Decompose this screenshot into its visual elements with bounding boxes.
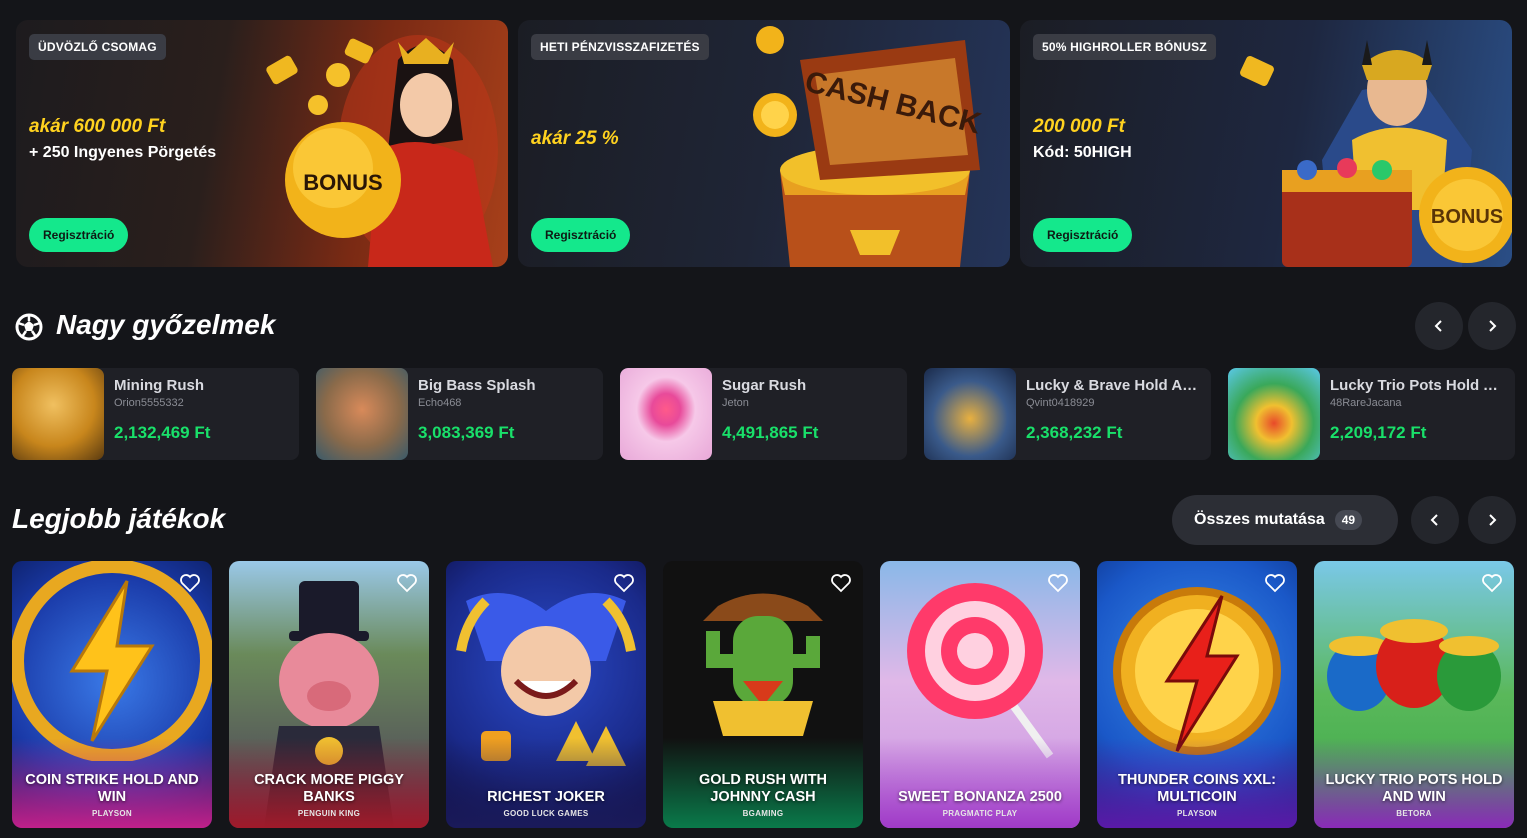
top-games-title: Legjobb játékok: [12, 503, 226, 534]
highroller-art: BONUS: [1240, 40, 1512, 267]
game-title: RICHEST JOKER: [487, 789, 605, 805]
game-title: SWEET BONANZA 2500: [898, 789, 1062, 805]
win-game-name: Lucky & Brave Hold And Win: [1026, 377, 1202, 394]
banner-subtitle: + 250 Ingyenes Pörgetés: [29, 144, 217, 161]
game-thumbnail: [12, 368, 104, 460]
big-wins-title: Nagy győzelmek: [56, 309, 276, 340]
game-card-gold-rush-johnny-cash[interactable]: GOLD RUSH WITH JOHNNY CASH BGAMING: [663, 561, 863, 828]
win-user: 48RareJacana: [1330, 397, 1402, 409]
favorite-heart-icon[interactable]: [178, 571, 202, 595]
promo-banners: BONUS ÜDVÖZLŐ CSOMAG akár 600 000 Ft + 2…: [16, 20, 1512, 267]
banner-tag: 50% HIGHROLLER BÓNUSZ: [1033, 34, 1216, 60]
win-amount: 4,491,865 Ft: [722, 423, 819, 442]
game-thumbnail: [620, 368, 712, 460]
win-amount: 2,368,232 Ft: [1026, 423, 1123, 442]
game-card-coin-strike[interactable]: COIN STRIKE HOLD AND WIN PLAYSON: [12, 561, 212, 828]
win-game-name: Lucky Trio Pots Hold And Win: [1330, 377, 1506, 394]
favorite-heart-icon[interactable]: [612, 571, 636, 595]
game-thumbnail: [1228, 368, 1320, 460]
win-amount: 2,209,172 Ft: [1330, 423, 1427, 442]
win-amount: 3,083,369 Ft: [418, 423, 515, 442]
top-games-next-button[interactable]: [1468, 496, 1516, 544]
favorite-heart-icon[interactable]: [1480, 571, 1504, 595]
game-title: LUCKY TRIO POTS HOLD AND WIN: [1325, 772, 1503, 805]
win-game-name: Mining Rush: [114, 377, 204, 394]
banner-title: akár 600 000 Ft: [29, 116, 166, 137]
register-button[interactable]: Regisztráció: [29, 218, 129, 252]
win-amount: 2,132,469 Ft: [114, 423, 211, 442]
favorite-heart-icon[interactable]: [395, 571, 419, 595]
banner-tag: HETI PÉNZVISSZAFIZETÉS: [531, 34, 709, 60]
promo-banner-highroller[interactable]: BONUS 50% HIGHROLLER BÓNUSZ 200 000 Ft K…: [1020, 20, 1512, 267]
game-provider: PENGUIN KING: [297, 809, 361, 818]
highroller-art-text: BONUS: [1431, 206, 1503, 228]
banner-tag: ÜDVÖZLŐ CSOMAG: [29, 34, 166, 60]
game-provider: PRAGMATIC PLAY: [942, 809, 1018, 818]
game-title: CRACK MORE PIGGY BANKS: [254, 772, 404, 805]
game-provider: GOOD LUCK GAMES: [503, 809, 589, 818]
chevron-left-icon: [1430, 514, 1438, 526]
win-user: Orion5555332: [114, 397, 184, 409]
game-card-sweet-bonanza-2500[interactable]: SWEET BONANZA 2500 PRAGMATIC PLAY: [880, 561, 1080, 828]
game-provider: PLAYSON: [91, 809, 133, 818]
big-wins-next-button[interactable]: [1468, 302, 1516, 350]
soccer-ball-icon: [15, 313, 43, 341]
banner-title: akár 25 %: [531, 128, 619, 149]
promo-banner-welcome[interactable]: BONUS ÜDVÖZLŐ CSOMAG akár 600 000 Ft + 2…: [16, 20, 508, 267]
game-provider: BGAMING: [742, 809, 784, 818]
game-thumbnail: [924, 368, 1016, 460]
win-card[interactable]: Sugar Rush Jeton 4,491,865 Ft: [620, 368, 907, 460]
chevron-left-icon: [1434, 320, 1442, 332]
win-card[interactable]: Mining Rush Orion5555332 2,132,469 Ft: [12, 368, 299, 460]
win-user: Qvint0418929: [1026, 397, 1095, 409]
favorite-heart-icon[interactable]: [829, 571, 853, 595]
game-card-crack-more-piggy-banks[interactable]: CRACK MORE PIGGY BANKS PENGUIN KING: [229, 561, 429, 828]
game-thumbnail: [316, 368, 408, 460]
register-button[interactable]: Regisztráció: [531, 218, 631, 252]
game-title: THUNDER COINS XXL: MULTICOIN: [1118, 772, 1276, 805]
win-card[interactable]: Lucky & Brave Hold And Win Qvint0418929 …: [924, 368, 1211, 460]
game-card-thunder-coins-xxl[interactable]: THUNDER COINS XXL: MULTICOIN PLAYSON: [1097, 561, 1297, 828]
register-button[interactable]: Regisztráció: [1033, 218, 1133, 252]
top-games-prev-button[interactable]: [1411, 496, 1459, 544]
win-user: Jeton: [722, 397, 749, 409]
game-card-lucky-trio-pots[interactable]: LUCKY TRIO POTS HOLD AND WIN BETORA: [1314, 561, 1514, 828]
favorite-heart-icon[interactable]: [1046, 571, 1070, 595]
game-card-richest-joker[interactable]: RICHEST JOKER GOOD LUCK GAMES: [446, 561, 646, 828]
show-all-label: Összes mutatása: [1194, 511, 1325, 528]
favorite-heart-icon[interactable]: [1263, 571, 1287, 595]
big-wins-prev-button[interactable]: [1415, 302, 1463, 350]
top-games-list: COIN STRIKE HOLD AND WIN PLAYSON CRACK M…: [12, 561, 1514, 828]
show-all-button[interactable]: Összes mutatása 49: [1172, 495, 1398, 545]
game-provider: BETORA: [1396, 809, 1432, 818]
bonus-art-text: BONUS: [303, 170, 382, 195]
win-card[interactable]: Big Bass Splash Echo468 3,083,369 Ft: [316, 368, 603, 460]
win-game-name: Sugar Rush: [722, 377, 807, 394]
game-title: GOLD RUSH WITH JOHNNY CASH: [698, 772, 828, 805]
banner-title: 200 000 Ft: [1033, 116, 1125, 137]
game-title: COIN STRIKE HOLD AND WIN: [25, 772, 199, 805]
promo-banner-cashback[interactable]: CASH BACK HETI PÉNZVISSZAFIZETÉS akár 25…: [518, 20, 1010, 267]
show-all-count-badge: 49: [1334, 510, 1363, 530]
bonus-art: BONUS: [266, 35, 498, 267]
win-user: Echo468: [418, 397, 462, 409]
chevron-right-icon: [1489, 514, 1497, 526]
big-wins-list: Mining Rush Orion5555332 2,132,469 Ft Bi…: [12, 368, 1515, 460]
chevron-right-icon: [1489, 320, 1497, 332]
banner-subtitle: Kód: 50HIGH: [1033, 144, 1132, 161]
win-game-name: Big Bass Splash: [418, 377, 536, 394]
cashback-chest-art: CASH BACK: [753, 26, 985, 267]
win-card[interactable]: Lucky Trio Pots Hold And Win 48RareJacan…: [1228, 368, 1515, 460]
game-provider: PLAYSON: [1176, 809, 1218, 818]
